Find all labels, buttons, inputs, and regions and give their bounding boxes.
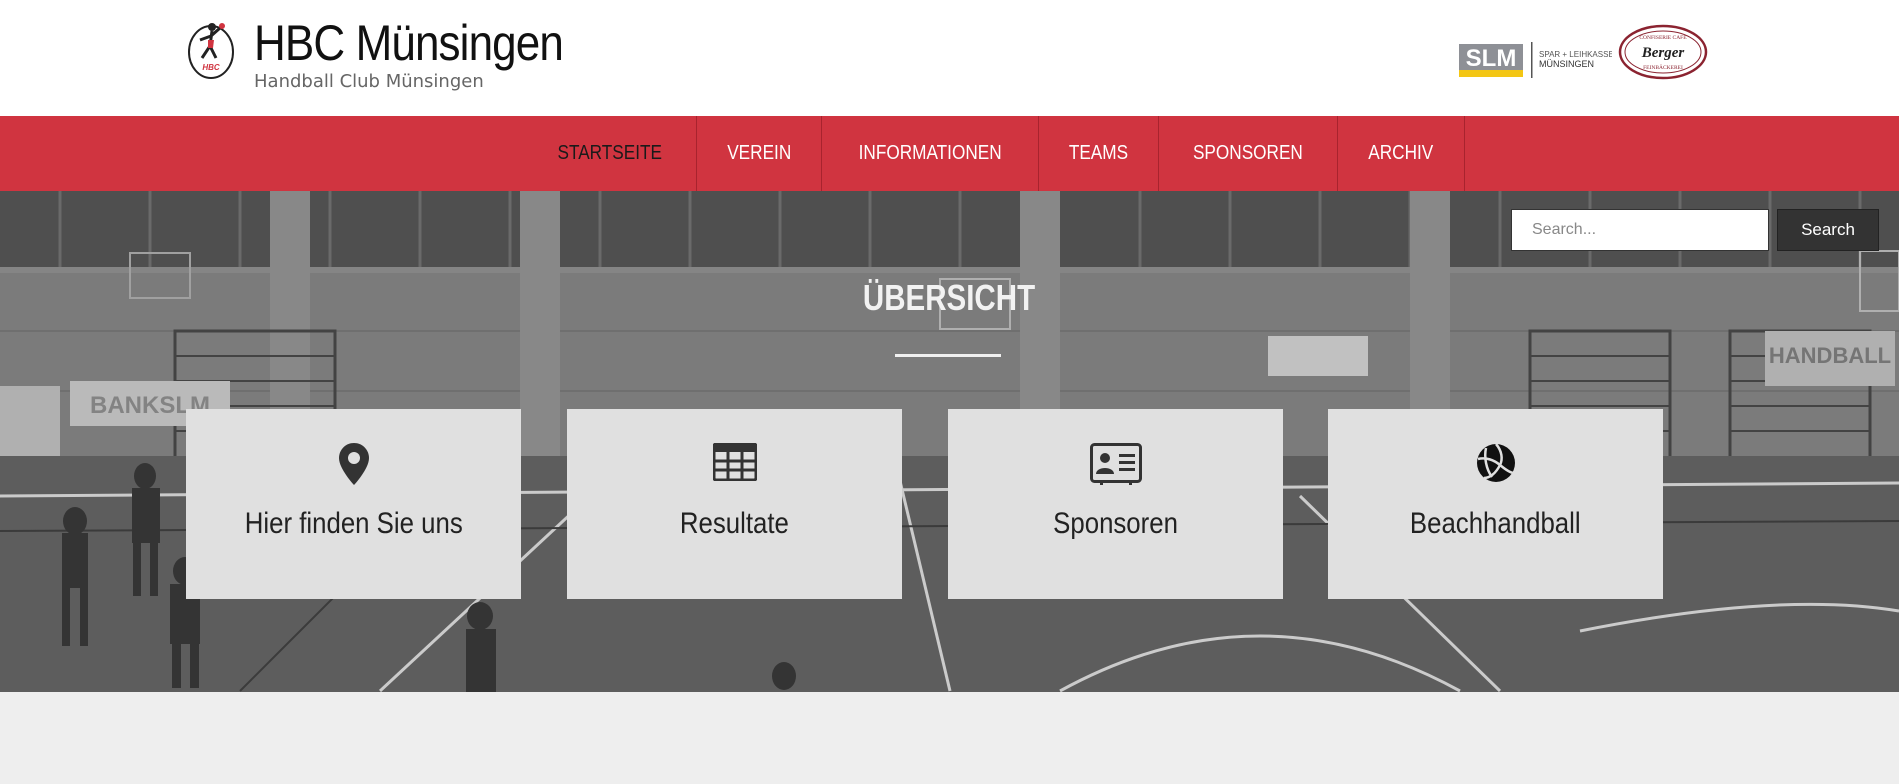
nav-list: STARTSEITE VEREIN INFORMATIONEN TEAMS SP… <box>524 116 1465 191</box>
content-area <box>0 692 1899 784</box>
card-label: Resultate <box>679 507 790 540</box>
site-header: HBC HBC Münsingen Handball Club Münsinge… <box>0 0 1899 116</box>
card-label: Sponsoren <box>1053 507 1178 540</box>
card-beachhandball[interactable]: Beachhandball <box>1328 409 1663 599</box>
hero-section: BANKSLM HANDBALL Search... Search ÜBERSI… <box>0 191 1899 692</box>
title-underline <box>895 354 1001 357</box>
table-icon <box>567 443 902 487</box>
nav-item-verein[interactable]: VEREIN <box>697 116 822 191</box>
sponsor-slm-logo[interactable]: SLM SPAR + LEIHKASSE MÜNSINGEN <box>1457 42 1614 80</box>
card-hier-finden-sie-uns[interactable]: Hier finden Sie uns <box>186 409 521 599</box>
nav-item-startseite[interactable]: STARTSEITE <box>524 116 697 191</box>
nav-item-archiv[interactable]: ARCHIV <box>1338 116 1465 191</box>
site-title[interactable]: HBC Münsingen <box>254 14 564 72</box>
id-card-icon <box>948 443 1283 487</box>
sponsor-berger-logo[interactable]: CONFISERIE CAFÉ Berger FEINBÄCKEREI <box>1618 24 1708 80</box>
search-button[interactable]: Search <box>1777 209 1879 251</box>
svg-text:FEINBÄCKEREI: FEINBÄCKEREI <box>1643 64 1683 71</box>
svg-text:SPAR + LEIHKASSE: SPAR + LEIHKASSE <box>1539 50 1612 59</box>
site-tagline: Handball Club Münsingen <box>254 71 484 92</box>
svg-text:MÜNSINGEN: MÜNSINGEN <box>1539 59 1594 69</box>
svg-text:Berger: Berger <box>1641 45 1685 61</box>
section-title: ÜBERSICHT <box>863 277 1036 318</box>
card-sponsoren[interactable]: Sponsoren <box>948 409 1283 599</box>
search-input[interactable] <box>1511 209 1769 251</box>
svg-text:SLM: SLM <box>1466 45 1517 72</box>
svg-text:CONFISERIE CAFÉ: CONFISERIE CAFÉ <box>1639 33 1687 41</box>
nav-item-sponsoren[interactable]: SPONSOREN <box>1159 116 1338 191</box>
card-label: Hier finden Sie uns <box>244 507 463 540</box>
nav-item-teams[interactable]: TEAMS <box>1039 116 1160 191</box>
card-label: Beachhandball <box>1410 507 1581 540</box>
main-navigation: STARTSEITE VEREIN INFORMATIONEN TEAMS SP… <box>0 116 1899 191</box>
svg-text:HBC: HBC <box>202 63 220 72</box>
volleyball-icon <box>1328 443 1663 487</box>
card-resultate[interactable]: Resultate <box>567 409 902 599</box>
handball-player-logo[interactable]: HBC <box>186 18 236 82</box>
nav-item-informationen[interactable]: INFORMATIONEN <box>822 116 1040 191</box>
map-marker-icon <box>186 443 521 487</box>
